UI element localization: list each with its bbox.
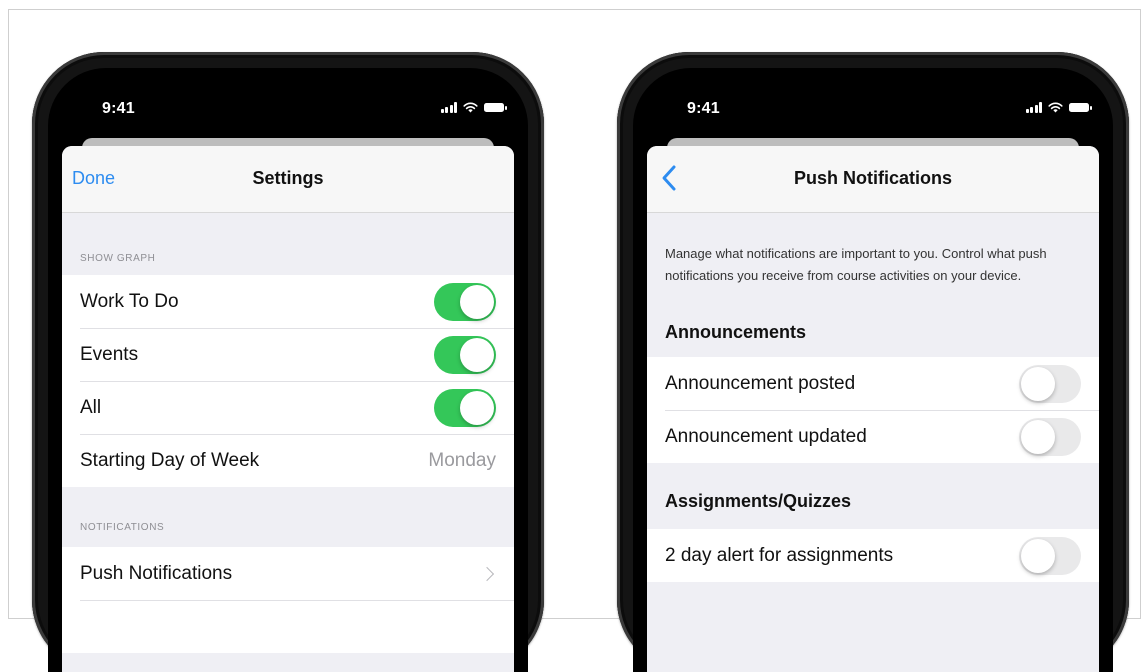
toggle-knob bbox=[460, 284, 494, 319]
row-label: Announcement posted bbox=[665, 372, 856, 394]
section-header-notifications: NOTIFICATIONS bbox=[80, 522, 165, 533]
work-to-do-toggle[interactable] bbox=[434, 282, 496, 321]
row-label: 2 day alert for assignments bbox=[665, 544, 894, 566]
toggle-knob bbox=[1021, 538, 1055, 573]
toggle-knob bbox=[460, 390, 494, 425]
page-title: Push Notifications bbox=[793, 168, 952, 188]
row-label: Announcement updated bbox=[665, 425, 867, 447]
phone-push-notifications: 9:41 Push Notifications Manage what noti… bbox=[617, 52, 1129, 672]
toggle-knob bbox=[1021, 366, 1055, 401]
intro-text: Manage what notifications are important … bbox=[665, 246, 1047, 283]
row-announcement-updated: Announcement updated bbox=[647, 410, 1099, 463]
nav-bar: Push Notifications bbox=[647, 146, 1099, 213]
section-title-announcements: Announcements bbox=[665, 322, 807, 342]
cellular-signal-icon bbox=[440, 102, 457, 113]
status-time: 9:41 bbox=[102, 100, 135, 117]
row-all: All bbox=[62, 381, 514, 434]
announcement-updated-toggle[interactable] bbox=[1019, 417, 1081, 456]
status-icons bbox=[440, 102, 507, 113]
wifi-icon bbox=[463, 102, 478, 113]
cellular-signal-icon bbox=[1025, 102, 1042, 113]
battery-icon bbox=[484, 103, 507, 112]
toggle-knob bbox=[460, 337, 494, 372]
nav-bar: Done Settings bbox=[62, 146, 514, 213]
events-toggle[interactable] bbox=[434, 335, 496, 374]
row-label: Starting Day of Week bbox=[80, 449, 260, 471]
battery-icon bbox=[1069, 103, 1092, 112]
row-starting-day-of-week[interactable]: Starting Day of Week Monday bbox=[62, 434, 514, 487]
section-header-show-graph: SHOW GRAPH bbox=[80, 253, 156, 264]
push-notifications-sheet: Push Notifications Manage what notificat… bbox=[647, 146, 1099, 672]
status-bar: 9:41 bbox=[633, 68, 1113, 148]
all-toggle[interactable] bbox=[434, 388, 496, 427]
phone-settings: 9:41 Done Settings SHOW GRAPH Work To Do bbox=[32, 52, 544, 672]
row-announcement-posted: Announcement posted bbox=[647, 357, 1099, 410]
status-bar: 9:41 bbox=[48, 68, 528, 148]
row-work-to-do: Work To Do bbox=[62, 275, 514, 328]
chevron-right-icon bbox=[479, 566, 495, 581]
page-title: Settings bbox=[252, 168, 324, 188]
toggle-knob bbox=[1021, 419, 1055, 454]
row-label: Push Notifications bbox=[80, 562, 233, 584]
row-events: Events bbox=[62, 328, 514, 381]
row-label: All bbox=[80, 396, 102, 418]
announcement-posted-toggle[interactable] bbox=[1019, 364, 1081, 403]
row-2-day-alert: 2 day alert for assignments bbox=[647, 529, 1099, 582]
section-title-assignments: Assignments/Quizzes bbox=[665, 491, 852, 511]
starting-day-value: Monday bbox=[428, 449, 496, 471]
phone-screen: 9:41 Done Settings SHOW GRAPH Work To Do bbox=[48, 68, 528, 672]
status-icons bbox=[1025, 102, 1092, 113]
two-day-alert-toggle[interactable] bbox=[1019, 536, 1081, 575]
wifi-icon bbox=[1048, 102, 1063, 113]
row-label: Work To Do bbox=[80, 290, 179, 312]
settings-sheet: Done Settings SHOW GRAPH Work To Do Even… bbox=[62, 146, 514, 672]
phone-screen: 9:41 Push Notifications Manage what noti… bbox=[633, 68, 1113, 672]
row-push-notifications[interactable]: Push Notifications bbox=[62, 547, 514, 600]
row-label: Events bbox=[80, 343, 139, 365]
status-time: 9:41 bbox=[687, 100, 720, 117]
